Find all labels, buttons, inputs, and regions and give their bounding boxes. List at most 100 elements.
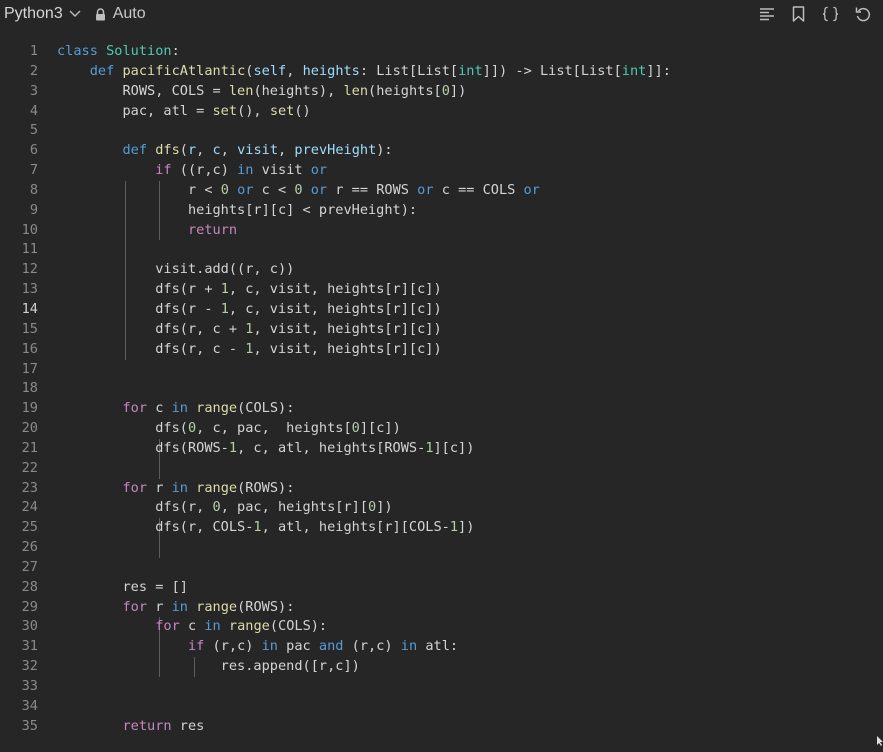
line-number: 26: [21, 539, 38, 556]
code-text[interactable]: dfs(r + 1, c, visit, heights[r][c]): [57, 280, 441, 300]
code-text[interactable]: dfs(r, c + 1, visit, heights[r][c]): [57, 320, 441, 340]
bookmark-button[interactable]: [790, 5, 807, 23]
code-text[interactable]: def pacificAtlantic(self, heights: List[…: [57, 62, 671, 82]
code-line[interactable]: 20 dfs(0, c, pac, heights[0][c]): [0, 419, 883, 439]
language-select[interactable]: Python3: [4, 5, 81, 23]
code-text[interactable]: if (r,c) in pac and (r,c) in atl:: [57, 637, 458, 657]
code-text[interactable]: def dfs(r, c, visit, prevHeight):: [57, 141, 392, 161]
code-line[interactable]: 8 r < 0 or c < 0 or r == ROWS or c == CO…: [0, 181, 883, 201]
line-number: 13: [21, 281, 38, 298]
code-text[interactable]: for r in range(ROWS):: [57, 479, 294, 499]
code-line[interactable]: 3 ROWS, COLS = len(heights), len(heights…: [0, 82, 883, 102]
line-number: 17: [21, 360, 38, 377]
code-line[interactable]: 4 pac, atl = set(), set(): [0, 102, 883, 122]
code-line[interactable]: 9 heights[r][c] < prevHeight):: [0, 201, 883, 221]
editor-toolbar: Python3 Auto: [0, 0, 883, 28]
code-text[interactable]: ROWS, COLS = len(heights), len(heights[0…: [57, 82, 466, 102]
code-line[interactable]: 1 class Solution:: [0, 42, 883, 62]
line-number: 16: [21, 340, 38, 357]
code-line[interactable]: 30 for c in range(COLS):: [0, 617, 883, 637]
code-line[interactable]: 25 dfs(r, COLS-1, atl, heights[r][COLS-1…: [0, 518, 883, 538]
line-number: 10: [21, 221, 38, 238]
code-line[interactable]: 2 def pacificAtlantic(self, heights: Lis…: [0, 62, 883, 82]
line-number: 33: [21, 678, 38, 694]
code-line[interactable]: 26: [0, 538, 883, 558]
line-number: 8: [29, 181, 38, 198]
code-text[interactable]: if ((r,c) in visit or: [57, 161, 327, 181]
code-text[interactable]: heights[r][c] < prevHeight):: [57, 201, 417, 221]
code-line[interactable]: 29 for r in range(ROWS):: [0, 598, 883, 618]
braces-button[interactable]: [822, 5, 839, 23]
code-line[interactable]: 15 dfs(r, c + 1, visit, heights[r][c]): [0, 320, 883, 340]
line-number: 28: [21, 578, 38, 595]
code-editor[interactable]: 1 class Solution: 2 def pacificAtlantic(se…: [0, 42, 883, 742]
line-number: 34: [21, 697, 38, 714]
code-text[interactable]: res = []: [57, 578, 187, 598]
toolbar-actions: [758, 5, 871, 23]
line-number: 3: [29, 82, 38, 99]
line-number: 29: [21, 598, 38, 615]
code-text[interactable]: dfs(ROWS-1, c, atl, heights[ROWS-1][c]): [57, 439, 474, 459]
reset-button[interactable]: [854, 5, 871, 23]
code-line[interactable]: 32 res.append([r,c]): [0, 657, 883, 677]
code-line[interactable]: 22: [0, 459, 883, 479]
line-number: 35: [21, 717, 38, 734]
code-text[interactable]: dfs(r, c - 1, visit, heights[r][c]): [57, 340, 441, 360]
code-line[interactable]: 6 def dfs(r, c, visit, prevHeight):: [0, 141, 883, 161]
code-line[interactable]: 14 dfs(r - 1, c, visit, heights[r][c]): [0, 300, 883, 320]
line-number: 23: [21, 479, 38, 496]
auto-mode-label: Auto: [112, 5, 146, 22]
code-line[interactable]: 34: [0, 697, 883, 717]
code-line[interactable]: 33: [0, 677, 883, 697]
line-number: 32: [21, 658, 38, 675]
line-number: 22: [21, 459, 38, 476]
code-text[interactable]: for c in range(COLS):: [57, 399, 294, 419]
code-line[interactable]: 11: [0, 240, 883, 260]
line-number: 6: [29, 142, 38, 159]
code-line[interactable]: 27: [0, 558, 883, 578]
resize-handle-icon[interactable]: [877, 736, 883, 746]
code-text[interactable]: visit.add((r, c)): [57, 260, 294, 280]
chevron-down-icon: [69, 10, 81, 17]
code-line[interactable]: 10 return: [0, 221, 883, 241]
code-text[interactable]: for r in range(ROWS):: [57, 598, 294, 618]
code-text[interactable]: res.append([r,c]): [57, 657, 360, 677]
code-text[interactable]: r < 0 or c < 0 or r == ROWS or c == COLS…: [57, 181, 540, 201]
code-text[interactable]: return res: [57, 717, 204, 737]
code-text[interactable]: return: [57, 221, 237, 241]
line-number: 21: [21, 439, 38, 456]
line-number: 25: [21, 519, 38, 536]
code-text[interactable]: pac, atl = set(), set(): [57, 102, 310, 122]
code-line[interactable]: 7 if ((r,c) in visit or: [0, 161, 883, 181]
code-text[interactable]: class Solution:: [57, 42, 180, 62]
code-line[interactable]: 18: [0, 379, 883, 399]
line-number: 12: [21, 261, 38, 278]
code-text[interactable]: for c in range(COLS):: [57, 617, 327, 637]
line-number: 9: [29, 201, 38, 218]
line-number: 1: [29, 43, 38, 59]
language-label: Python3: [4, 5, 63, 22]
code-text[interactable]: dfs(r, COLS-1, atl, heights[r][COLS-1]): [57, 518, 474, 538]
code-line[interactable]: 12 visit.add((r, c)): [0, 260, 883, 280]
code-line[interactable]: 19 for c in range(COLS):: [0, 399, 883, 419]
line-number: 20: [21, 420, 38, 437]
code-line[interactable]: 31 if (r,c) in pac and (r,c) in atl:: [0, 637, 883, 657]
code-line[interactable]: 13 dfs(r + 1, c, visit, heights[r][c]): [0, 280, 883, 300]
line-number: 30: [21, 618, 38, 635]
code-text[interactable]: dfs(r - 1, c, visit, heights[r][c]): [57, 300, 441, 320]
code-line[interactable]: 5: [0, 121, 883, 141]
line-number: 5: [29, 122, 38, 139]
code-line[interactable]: 24 dfs(r, 0, pac, heights[r][0]): [0, 498, 883, 518]
auto-mode-indicator[interactable]: Auto: [95, 5, 146, 23]
code-text[interactable]: dfs(r, 0, pac, heights[r][0]): [57, 498, 392, 518]
line-number: 24: [21, 499, 38, 516]
code-line[interactable]: 17: [0, 360, 883, 380]
code-line[interactable]: 35 return res: [0, 717, 883, 737]
list-icon: [759, 8, 774, 21]
code-line[interactable]: 28 res = []: [0, 578, 883, 598]
code-line[interactable]: 21 dfs(ROWS-1, c, atl, heights[ROWS-1][c…: [0, 439, 883, 459]
format-button[interactable]: [758, 5, 775, 23]
code-line[interactable]: 16 dfs(r, c - 1, visit, heights[r][c]): [0, 340, 883, 360]
code-text[interactable]: dfs(0, c, pac, heights[0][c]): [57, 419, 401, 439]
code-line[interactable]: 23 for r in range(ROWS):: [0, 479, 883, 499]
